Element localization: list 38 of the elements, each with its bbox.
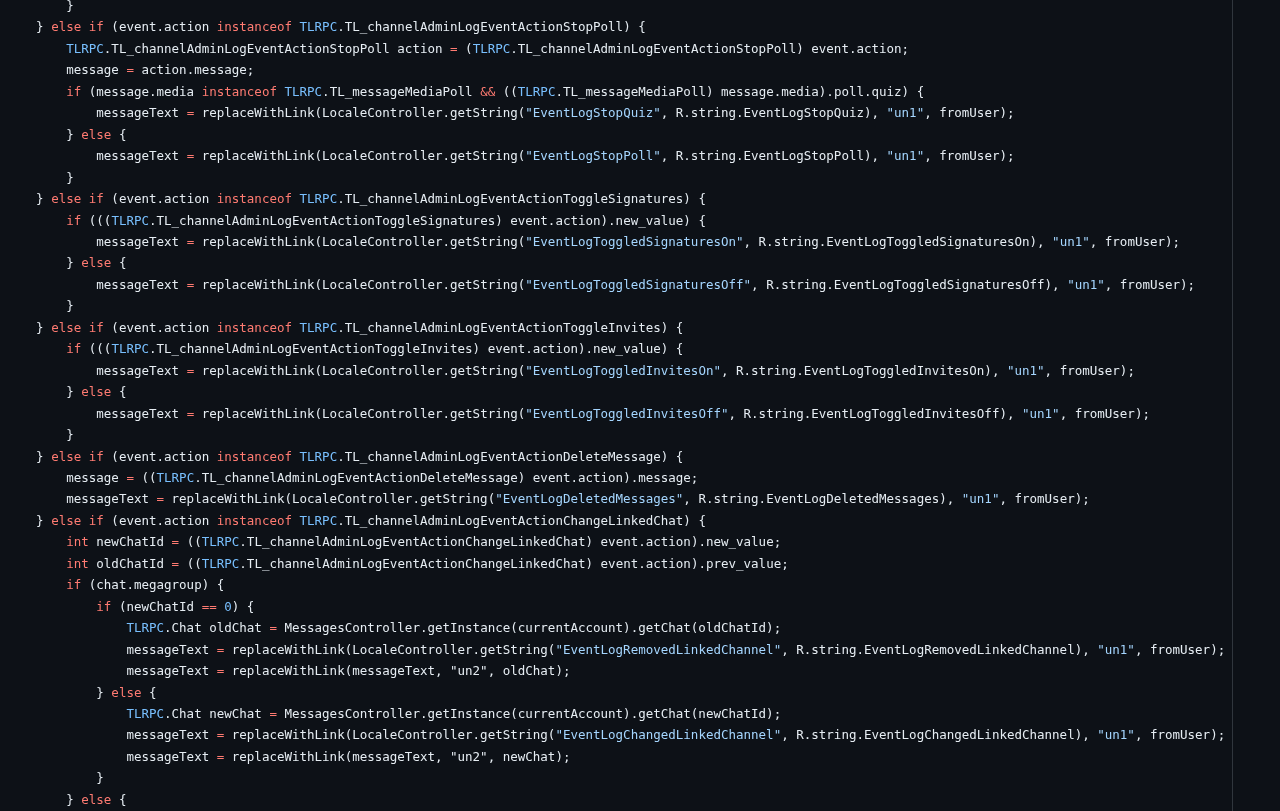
code-line: } xyxy=(95,769,104,788)
code-line: message = action.message; xyxy=(65,61,255,80)
code-line: messageText = replaceWithLink(LocaleController.getString("EventLogRemovedLinkedChannel", R.string.EventLogRemovedLinkedChannel), "un1", fromUser); xyxy=(125,640,1226,659)
code-line: int oldChatId = ((TLRPC.TL_channelAdminLogEventActionChangeLinkedChat) event.action).prev_value; xyxy=(65,554,789,573)
code-line: } else { xyxy=(65,383,127,402)
code-line: messageText = replaceWithLink(LocaleController.getString("EventLogToggledSignaturesOn", R.string.EventLogToggledSignaturesOn), "un1", fromUser); xyxy=(95,233,1181,251)
code-line: } else { xyxy=(65,254,127,273)
code-line: message = ((TLRPC.TL_channelAdminLogEventActionDeleteMessage) event.action).message; xyxy=(65,468,699,487)
code-line: TLRPC.TL_channelAdminLogEventActionStopPoll action = (TLRPC.TL_channelAdminLogEventActionStopPoll) event.action; xyxy=(65,39,910,58)
code-line: messageText = replaceWithLink(LocaleController.getString("EventLogStopPoll", R.string.EventLogStopPoll), "un1", fromUser); xyxy=(95,147,1015,166)
code-line: TLRPC.Chat newChat = MessagesController.getInstance(currentAccount).getChat(newChatId); xyxy=(125,704,782,723)
code-line: } xyxy=(65,297,74,316)
code-line: } xyxy=(65,0,74,15)
code-line: if (((TLRPC.TL_channelAdminLogEventActionToggleInvites) event.action).new_value) { xyxy=(65,340,684,359)
code-line: messageText = replaceWithLink(LocaleController.getString("EventLogToggledInvitesOff", R.string.EventLogToggledInvitesOff), "un1", fromUser); xyxy=(95,404,1150,423)
code-line: messageText = replaceWithLink(LocaleController.getString("EventLogDeletedMessages", R.string.EventLogDeletedMessages), "un1", fromUser); xyxy=(65,490,1090,509)
code-line: } else if (event.action instanceof TLRPC.TL_channelAdminLogEventActionChangeLinkedChat) { xyxy=(35,511,706,530)
code-line: messageText = replaceWithLink(messageText, "un2", newChat); xyxy=(125,747,571,766)
code-line: TLRPC.Chat oldChat = MessagesController.getInstance(currentAccount).getChat(oldChatId); xyxy=(125,619,782,638)
code-line: messageText = replaceWithLink(LocaleController.getString("EventLogStopQuiz", R.string.EventLogStopQuiz), "un1", fromUser); xyxy=(95,104,1015,123)
code-line: if (((TLRPC.TL_channelAdminLogEventActionToggleSignatures) event.action).new_value) { xyxy=(65,211,706,230)
code-line: if (newChatId == 0) { xyxy=(95,597,255,616)
code-line: if (chat.megagroup) { xyxy=(65,576,225,595)
code-line: messageText = replaceWithLink(messageText, "un2", oldChat); xyxy=(125,662,571,681)
code-line: if (message.media instanceof TLRPC.TL_messageMediaPoll && ((TLRPC.TL_messageMediaPoll) message.media).poll.quiz) { xyxy=(65,82,925,101)
code-line: } else { xyxy=(95,683,157,702)
code-line: } else if (event.action instanceof TLRPC.TL_channelAdminLogEventActionToggleInvites) { xyxy=(35,318,684,337)
code-line: } xyxy=(65,426,74,445)
code-line: } else { xyxy=(65,125,127,144)
code-line: int newChatId = ((TLRPC.TL_channelAdminLogEventActionChangeLinkedChat) event.action).new_value; xyxy=(65,533,782,552)
code-line: } else if (event.action instanceof TLRPC.TL_channelAdminLogEventActionStopPoll) { xyxy=(35,18,646,37)
code-line: messageText = replaceWithLink(LocaleController.getString("EventLogToggledInvitesOn", R.string.EventLogToggledInvitesOn), "un1", fromUser); xyxy=(95,361,1135,380)
code-line: } xyxy=(65,168,74,187)
code-line: } else { xyxy=(65,790,127,809)
code-line: } else if (event.action instanceof TLRPC.TL_channelAdminLogEventActionDeleteMessage) { xyxy=(35,447,684,466)
code-line: messageText = replaceWithLink(LocaleController.getString("EventLogToggledSignaturesOff", R.string.EventLogToggledSignaturesOff), "un1", fromUser); xyxy=(95,275,1196,294)
code-line: messageText = replaceWithLink(LocaleController.getString("EventLogChangedLinkedChannel", R.string.EventLogChangedLinkedChannel), "un1", fromUser); xyxy=(125,726,1226,745)
code-line: } else if (event.action instanceof TLRPC.TL_channelAdminLogEventActionToggleSignatures) { xyxy=(35,190,706,209)
